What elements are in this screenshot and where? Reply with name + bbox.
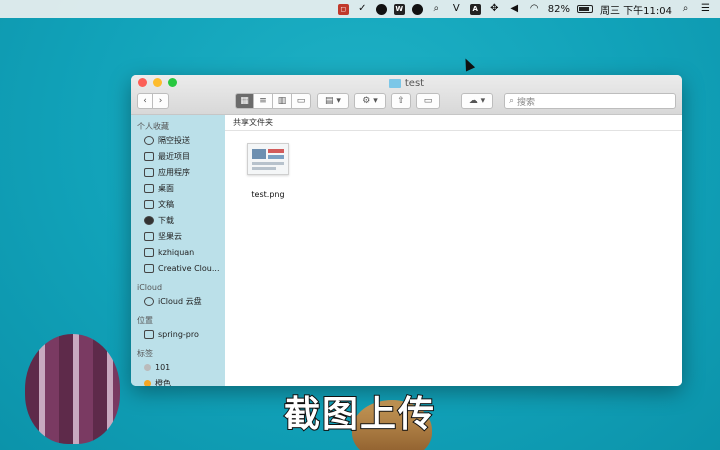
sidebar-item-label: Creative Clou... [158,263,220,273]
sidebar-item-icloud-drive[interactable]: iCloud 云盘 [131,293,225,309]
action-button[interactable]: ⚙ ▾ [354,93,386,109]
search-icon[interactable]: ⌕ [679,3,692,15]
toolbar: ‹ › ▦ ≡ ▥ ▭ ▤ ▾ ⚙ ▾ ⇧ ▭ ☁ ▾ ⌕ 搜索 [137,92,676,110]
finder-window: test ‹ › ▦ ≡ ▥ ▭ ▤ ▾ ⚙ ▾ ⇧ ▭ ☁ ▾ ⌕ 搜索 个人… [131,75,682,386]
sidebar-item-label: iCloud 云盘 [158,296,202,306]
volume-icon[interactable]: ◀ [508,3,521,15]
sidebar-item-creative-cloud[interactable]: Creative Clou... [131,260,225,276]
applications-icon [144,167,154,177]
sidebar: 个人收藏 隔空投送 最近项目 应用程序 桌面 文稿 下载 坚果云 kzhiqua… [131,115,225,386]
group-button[interactable]: ▤ ▾ [317,93,349,109]
sidebar-item-jianguoyun[interactable]: 坚果云 [131,228,225,244]
file-browser: 共享文件夹 test.png [225,115,682,386]
sidebar-item-home[interactable]: kzhiquan [131,244,225,260]
video-caption: 截图上传 [283,393,436,436]
search-field[interactable]: ⌕ 搜索 [504,93,676,109]
tags-header: 标签 [137,349,153,358]
sidebar-item-recent[interactable]: 最近项目 [131,148,225,164]
folder-icon [388,79,401,88]
icloud-header: iCloud [137,283,163,292]
image-thumbnail-icon [247,143,289,175]
cloud-button[interactable]: ☁ ▾ [461,93,493,109]
refresh-icon[interactable] [411,3,423,15]
window-title-text: test [404,78,425,89]
list-view-button[interactable]: ≡ [254,93,273,109]
sidebar-item-applications[interactable]: 应用程序 [131,164,225,180]
battery-icon[interactable] [577,5,593,13]
sidebar-item-airdrop[interactable]: 隔空投送 [131,132,225,148]
sidebar-item-label: 隔空投送 [158,135,190,145]
menu-bar: ◻ ✓ W ⌕ V A ✥ ◀ ◠ 82% 周三 下午11:04 ⌕ ☰ [0,0,720,18]
sidebar-item-desktop[interactable]: 桌面 [131,180,225,196]
desktop-icon [144,183,154,193]
battery-percent: 82% [547,3,570,15]
downloads-icon [144,215,154,225]
favorites-header: 个人收藏 [137,122,169,131]
forward-button[interactable]: › [153,93,169,109]
search-icon: ⌕ [509,96,515,106]
icon-view-button[interactable]: ▦ [235,93,254,109]
search-circle-icon[interactable]: ⌕ [430,3,443,15]
back-button[interactable]: ‹ [137,93,153,109]
tags-button[interactable]: ▭ [416,93,440,109]
window-title: test [131,78,682,89]
folder-icon [144,263,154,273]
sidebar-item-label: 最近项目 [158,151,190,161]
sidebar-item-label: 应用程序 [158,167,190,177]
sidebar-item-label: 桌面 [158,183,174,193]
sidebar-item-label: 坚果云 [158,231,182,241]
w-icon[interactable]: W [393,3,405,15]
recent-icon [144,151,154,161]
cloud-icon [144,296,154,306]
gallery-view-button[interactable]: ▭ [292,93,311,109]
move-icon[interactable]: ✥ [488,3,501,15]
sidebar-item-label: 101 [155,362,171,372]
menu-list-icon[interactable]: ☰ [699,3,712,15]
dark-circle-icon[interactable] [375,3,387,15]
file-item[interactable]: test.png [245,143,291,199]
share-button[interactable]: ⇧ [391,93,411,109]
check-circle-icon[interactable]: ✓ [356,3,369,15]
column-view-button[interactable]: ▥ [273,93,292,109]
airdrop-icon [144,135,154,145]
sidebar-item-label: kzhiquan [158,247,195,257]
path-header: 共享文件夹 [225,115,682,131]
clock[interactable]: 周三 下午11:04 [600,2,672,17]
a-icon[interactable]: A [469,3,481,15]
folder-icon [144,231,154,241]
view-mode-buttons: ▦ ≡ ▥ ▭ [235,93,311,109]
nav-buttons: ‹ › [137,93,169,109]
locations-header: 位置 [137,316,153,325]
documents-icon [144,199,154,209]
drive-icon [144,329,154,339]
search-placeholder: 搜索 [517,97,536,108]
sidebar-item-label: spring-pro [158,329,199,339]
vee-icon[interactable]: V [450,3,463,15]
sidebar-item-tag-101[interactable]: 101 [131,359,225,375]
app-icon[interactable]: ◻ [337,3,349,15]
sidebar-item-spring-pro[interactable]: spring-pro [131,326,225,342]
sidebar-item-label: 下载 [158,215,174,225]
tag-dot-icon [144,363,151,371]
sidebar-item-label: 文稿 [158,199,174,209]
sidebar-item-downloads[interactable]: 下载 [131,212,225,228]
wifi-icon[interactable]: ◠ [528,3,541,15]
home-icon [144,247,154,257]
path-label: 共享文件夹 [233,118,273,127]
sidebar-item-documents[interactable]: 文稿 [131,196,225,212]
file-name: test.png [251,190,285,199]
title-bar[interactable]: test ‹ › ▦ ≡ ▥ ▭ ▤ ▾ ⚙ ▾ ⇧ ▭ ☁ ▾ ⌕ 搜索 [131,75,682,115]
